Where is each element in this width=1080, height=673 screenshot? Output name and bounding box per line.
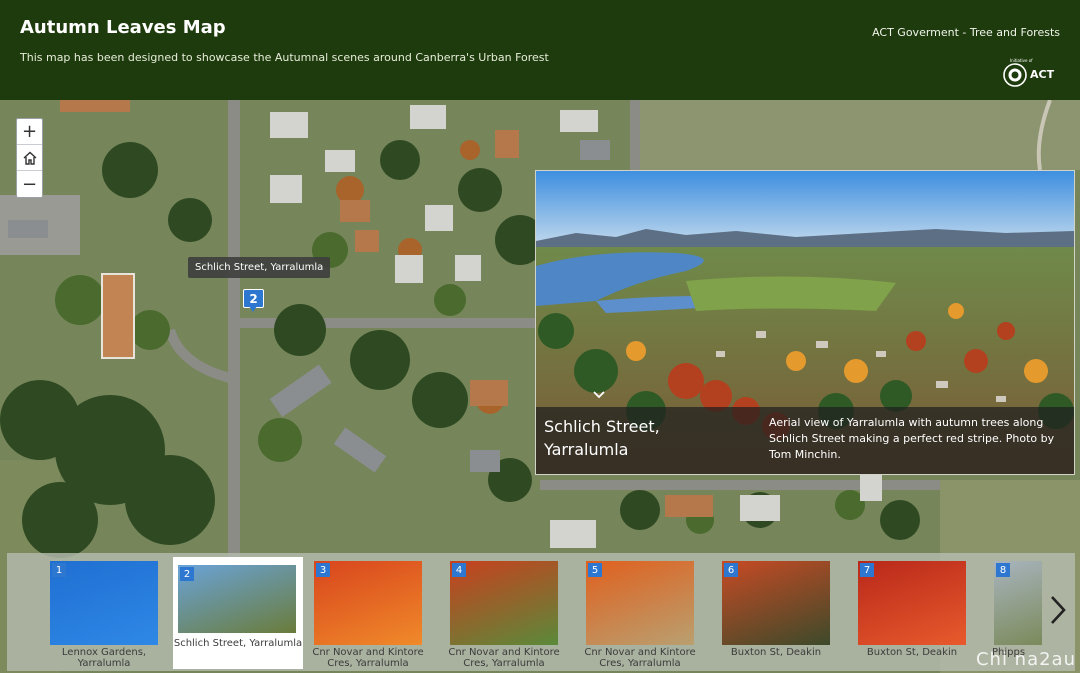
carousel-item-number: 5	[588, 563, 602, 577]
map-tooltip: Schlich Street, Yarralumla	[188, 257, 331, 278]
carousel-item-7[interactable]: 7 Buxton St, Deakin	[858, 561, 984, 667]
carousel-thumbnail: 4	[450, 561, 558, 645]
carousel-thumbnail: 8	[994, 561, 1042, 645]
app-header: Autumn Leaves Map This map has been desi…	[0, 0, 1080, 100]
page-subtitle: This map has been designed to showcase t…	[20, 51, 549, 64]
popup-description: Aerial view of Yarralumla with autumn tr…	[769, 416, 1055, 461]
carousel-item-label: Cnr Novar and Kintore Cres, Yarralumla	[312, 647, 424, 669]
carousel-item-label: Buxton St, Deakin	[866, 647, 958, 658]
carousel-item-label: Cnr Novar and Kintore Cres, Yarralumla	[584, 647, 696, 669]
carousel-thumbnail: 6	[722, 561, 830, 645]
carousel-item-number: 2	[180, 567, 194, 581]
act-government-logo[interactable]: Initiative of ACT	[1002, 57, 1060, 89]
chevron-right-icon[interactable]	[1047, 593, 1069, 627]
carousel-item-number: 3	[316, 563, 330, 577]
carousel-item-number: 7	[860, 563, 874, 577]
carousel-item-label: Cnr Novar and Kintore Cres, Yarralumla	[448, 647, 560, 669]
carousel-item-4[interactable]: 4 Cnr Novar and Kintore Cres, Yarralumla	[448, 561, 576, 669]
zoom-in-button[interactable]: +	[17, 119, 42, 145]
carousel-item-number: 1	[52, 563, 66, 577]
marker-pointer-icon	[249, 306, 257, 312]
carousel-item-number: 4	[452, 563, 466, 577]
carousel-thumbnail: 5	[586, 561, 694, 645]
org-link[interactable]: ACT Goverment - Tree and Forests	[872, 26, 1060, 39]
carousel-thumbnail: 1	[50, 561, 158, 645]
page-title: Autumn Leaves Map	[20, 17, 226, 38]
carousel-thumbnail: 3	[314, 561, 422, 645]
carousel-thumbnail: 2	[178, 565, 296, 633]
carousel-item-6[interactable]: 6 Buxton St, Deakin	[722, 561, 848, 667]
zoom-out-button[interactable]: −	[17, 171, 42, 197]
home-icon	[23, 151, 36, 165]
carousel-item-number: 6	[724, 563, 738, 577]
carousel-item-label: Schlich Street, Yarralumla	[173, 638, 303, 649]
carousel-item-5[interactable]: 5 Cnr Novar and Kintore Cres, Yarralumla	[584, 561, 712, 669]
location-carousel: 8 Phipps 7 Buxton St, Deakin 6 Buxton St, Dea…	[7, 553, 1075, 671]
map-marker-2[interactable]: 2	[243, 289, 264, 312]
carousel-item-label: Lennox Gardens, Yarralumla	[61, 647, 147, 669]
carousel-item-2[interactable]: 2 Schlich Street, Yarralumla	[173, 557, 303, 669]
popup-caption: Schlich Street, Yarralumla Aerial view o…	[536, 407, 1074, 474]
carousel-item-number: 8	[996, 563, 1010, 577]
home-button[interactable]	[17, 145, 42, 171]
zoom-controls: + −	[16, 118, 43, 198]
logo-text: ACT	[1030, 68, 1055, 81]
location-popup[interactable]: Schlich Street, Yarralumla Aerial view o…	[535, 170, 1075, 475]
watermark: Chi na2au	[975, 649, 1076, 670]
popup-title: Schlich Street, Yarralumla	[544, 417, 660, 459]
carousel-item-1[interactable]: 1 Lennox Gardens, Yarralumla	[50, 561, 176, 669]
chevron-down-icon[interactable]	[592, 389, 606, 401]
carousel-item-3[interactable]: 3 Cnr Novar and Kintore Cres, Yarralumla	[312, 561, 440, 669]
carousel-thumbnail: 7	[858, 561, 966, 645]
logo-small-text: Initiative of	[1010, 58, 1033, 63]
carousel-item-label: Buxton St, Deakin	[730, 647, 822, 658]
